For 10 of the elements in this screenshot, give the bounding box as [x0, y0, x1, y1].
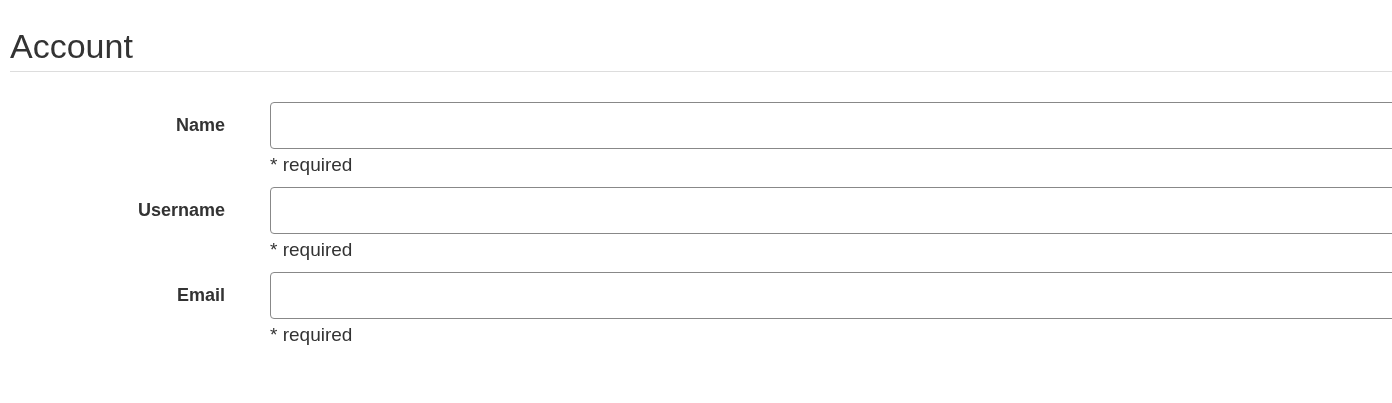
field-label: Email — [175, 284, 225, 307]
helper-text: * required — [270, 153, 354, 177]
input-field[interactable] — [270, 187, 1392, 234]
input-field[interactable] — [270, 272, 1392, 319]
section-heading: Account — [10, 26, 134, 66]
helper-text: * required — [270, 238, 354, 262]
field-label: Name — [174, 114, 225, 137]
field-label: Username — [136, 199, 225, 222]
helper-text: * required — [270, 323, 354, 347]
input-field[interactable] — [270, 102, 1392, 149]
